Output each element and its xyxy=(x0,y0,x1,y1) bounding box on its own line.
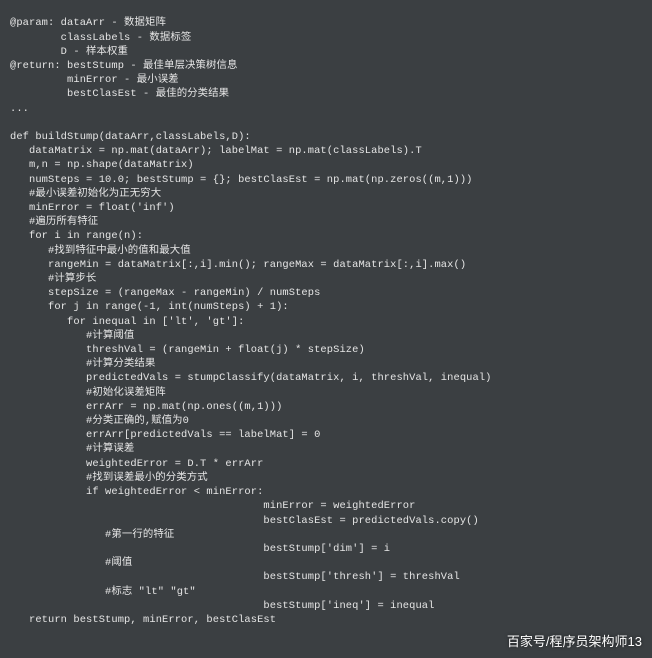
code-block: @param: dataArr - 数据矩阵 classLabels - 数据标… xyxy=(0,10,652,658)
code-content: @param: dataArr - 数据矩阵 classLabels - 数据标… xyxy=(10,17,492,626)
